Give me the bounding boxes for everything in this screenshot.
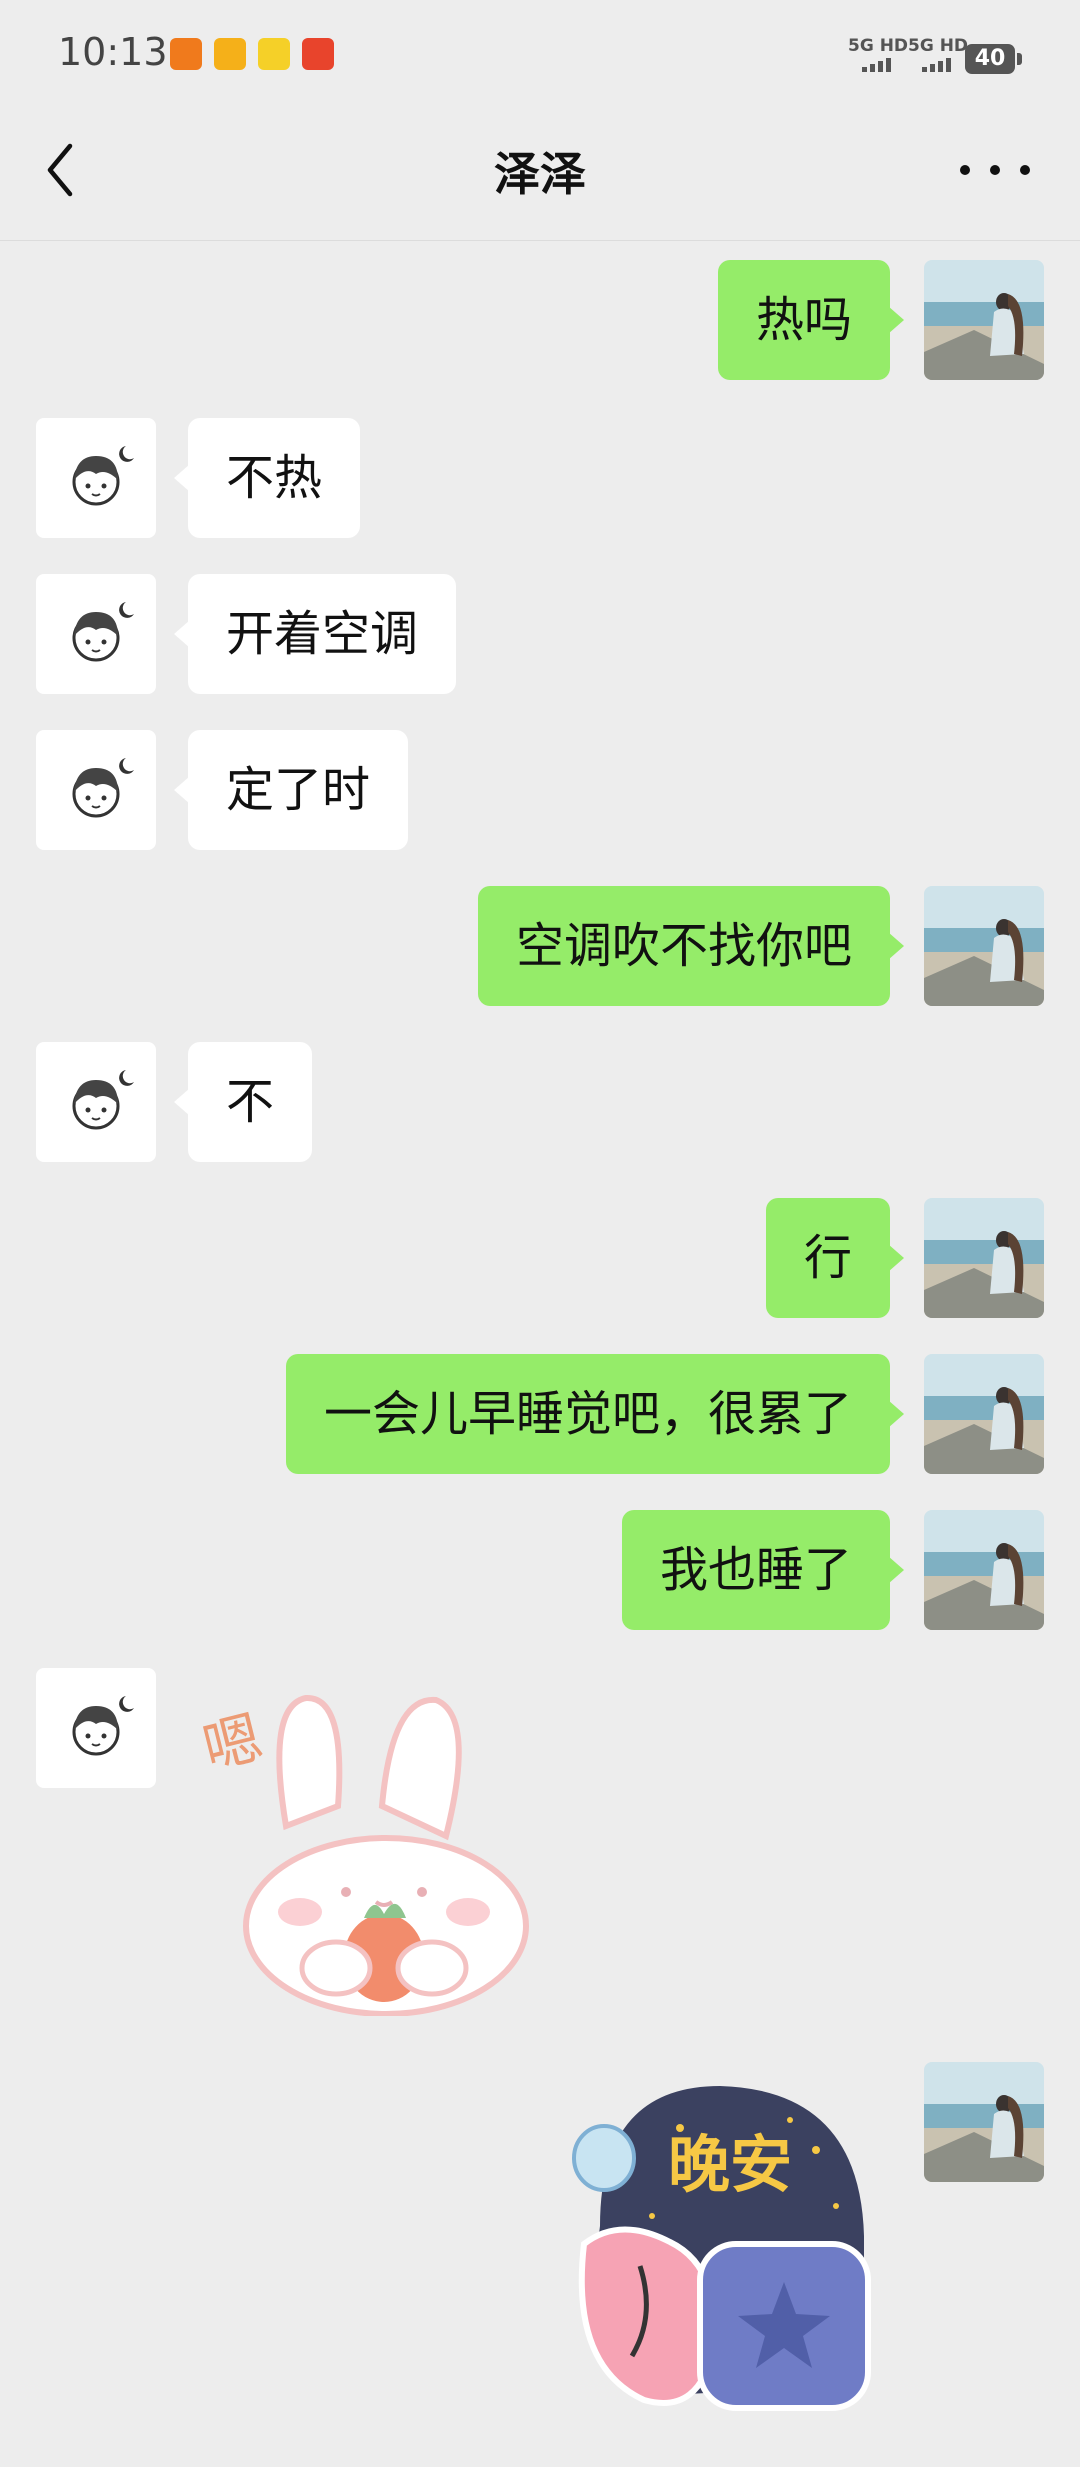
signal-icon	[922, 58, 951, 72]
message-bubble[interactable]: 开着空调	[173, 574, 457, 694]
contact-avatar[interactable]	[36, 730, 156, 850]
message-bubble[interactable]: 不热	[173, 418, 361, 538]
contact-avatar[interactable]	[36, 1042, 156, 1162]
status-bar: 10:13 5G HD 5G HD 40	[0, 0, 1080, 110]
my-avatar[interactable]	[924, 886, 1044, 1006]
app-notification-icon	[170, 38, 202, 70]
more-dots-icon[interactable]	[960, 160, 1030, 180]
bunny-carrot-sticker[interactable]: 嗯	[196, 1676, 536, 2017]
network-label: 5G HD	[908, 36, 969, 56]
weibo-icon	[258, 38, 290, 70]
signal-icon	[862, 58, 891, 72]
my-avatar[interactable]	[924, 1198, 1044, 1318]
message-bubble[interactable]: 一会儿早睡觉吧，很累了	[285, 1354, 905, 1474]
chat-header: 泽泽	[0, 110, 1080, 241]
message-bubble[interactable]: 热吗	[717, 260, 905, 380]
message-bubble[interactable]: 行	[765, 1198, 905, 1318]
message-bubble[interactable]: 定了时	[173, 730, 409, 850]
status-time: 10:13	[58, 30, 168, 74]
chat-title: 泽泽	[494, 147, 586, 201]
goodnight-sticker[interactable]: 晚安	[560, 2066, 880, 2416]
message-bubble[interactable]: 空调吹不找你吧	[477, 886, 905, 1006]
battery-icon: 40	[965, 44, 1022, 74]
message-bubble[interactable]: 我也睡了	[621, 1510, 905, 1630]
my-avatar[interactable]	[924, 1354, 1044, 1474]
network-label: 5G HD	[848, 36, 909, 56]
sticker-text: 嗯	[196, 1703, 269, 1783]
contact-avatar[interactable]	[36, 1668, 156, 1788]
message-bubble[interactable]: 不	[173, 1042, 313, 1162]
my-avatar[interactable]	[924, 2062, 1044, 2182]
contact-avatar[interactable]	[36, 418, 156, 538]
my-avatar[interactable]	[924, 260, 1044, 380]
app-notification-icon	[214, 38, 246, 70]
sticker-text: 晚安	[668, 2128, 792, 2201]
my-avatar[interactable]	[924, 1510, 1044, 1630]
contact-avatar[interactable]	[36, 574, 156, 694]
bank-app-icon	[302, 38, 334, 70]
